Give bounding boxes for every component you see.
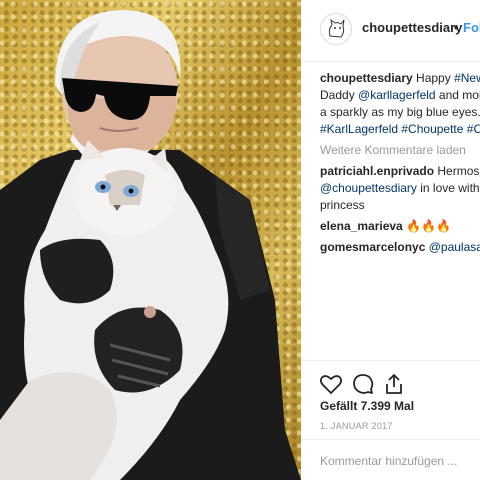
caption-text: and moi. xyxy=(438,88,480,102)
comment-item: patriciahl.enprivado Hermosa @choupettes… xyxy=(320,163,480,214)
caption-text: a sparkly as my big blue eyes. xyxy=(320,105,480,119)
comment-icon[interactable] xyxy=(351,372,375,396)
header-separator: • xyxy=(454,20,459,35)
share-icon[interactable] xyxy=(382,372,406,396)
post-side-panel: choupettesdiary • Folg choupettesdiary H… xyxy=(301,0,480,480)
comment-item: gomesmarcelonyc @paulasant xyxy=(320,239,480,256)
add-comment-field[interactable]: Kommentar hinzufügen ... xyxy=(301,439,480,480)
post-photo[interactable] xyxy=(0,0,301,480)
photo-illustration xyxy=(0,10,301,480)
comment-username[interactable]: gomesmarcelonyc xyxy=(320,240,425,254)
comment-text: 🔥🔥🔥 xyxy=(402,219,451,233)
avatar[interactable] xyxy=(320,13,352,45)
post-header: choupettesdiary • Folg xyxy=(301,0,480,62)
comment-text: in love with t xyxy=(416,181,480,195)
comment-text: princess xyxy=(320,198,365,212)
mention-link[interactable]: @paulasant xyxy=(425,240,480,254)
mention-link[interactable]: @karllagerfeld xyxy=(358,88,436,102)
caption: choupettesdiary Happy #NewY Daddy @karll… xyxy=(320,70,480,138)
heart-icon[interactable] xyxy=(319,372,343,396)
header-username[interactable]: choupettesdiary xyxy=(362,20,462,35)
hashtag-link[interactable]: #NewY xyxy=(454,71,480,85)
mention-link[interactable]: @choupettesdiary xyxy=(320,181,417,195)
comment-username[interactable]: patriciahl.enprivado xyxy=(320,164,434,178)
caption-text: Daddy xyxy=(320,88,359,102)
follow-button[interactable]: Folg xyxy=(463,20,480,35)
post-date[interactable]: 1. JANUAR 2017 xyxy=(320,421,393,431)
comments-section: choupettesdiary Happy #NewY Daddy @karll… xyxy=(320,70,480,256)
add-comment-placeholder: Kommentar hinzufügen ... xyxy=(320,454,458,468)
hashtag-links[interactable]: #KarlLagerfeld #Choupette #Ch xyxy=(320,122,480,136)
comment-username[interactable]: elena_marieva xyxy=(320,219,403,233)
likes-count[interactable]: Gefällt 7.399 Mal xyxy=(320,399,414,413)
caption-username[interactable]: choupettesdiary xyxy=(320,71,413,85)
cat-avatar-icon xyxy=(328,18,345,38)
post-actions: Gefällt 7.399 Mal 1. JANUAR 2017 Komment… xyxy=(301,360,480,480)
comment-text: Hermosa xyxy=(437,164,480,178)
comment-item: elena_marieva 🔥🔥🔥 xyxy=(320,218,480,235)
caption-text: Happy xyxy=(412,71,455,85)
load-more-comments[interactable]: Weitere Kommentare laden xyxy=(320,142,480,159)
